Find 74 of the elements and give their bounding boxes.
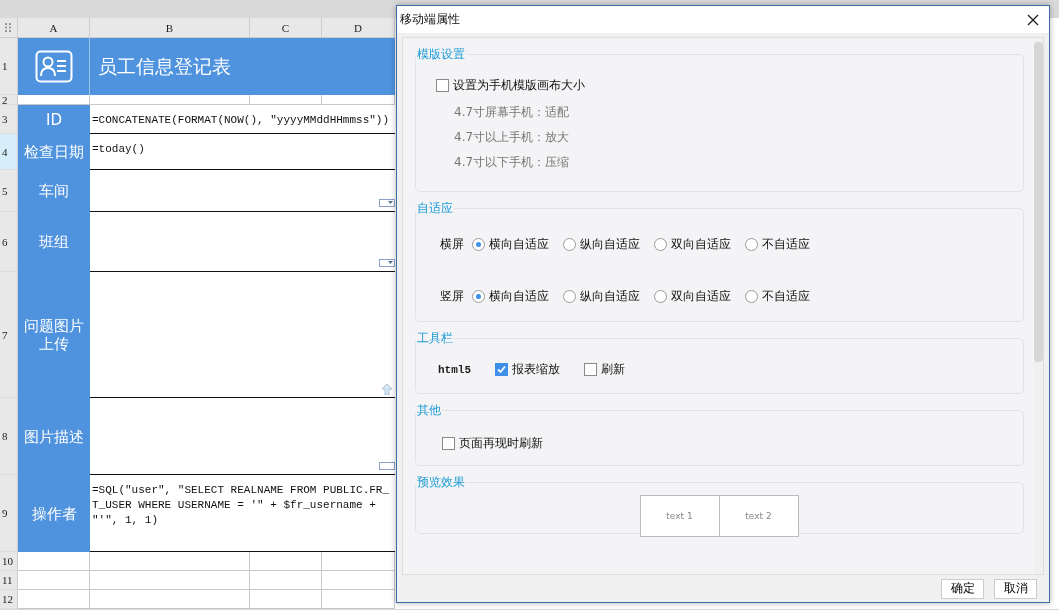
radio-button[interactable] bbox=[654, 289, 667, 303]
dropdown-widget-icon bbox=[379, 199, 395, 207]
field-label: 车间 bbox=[18, 170, 90, 212]
column-header[interactable]: B bbox=[90, 18, 250, 38]
row-header[interactable]: 10 bbox=[0, 552, 18, 571]
radio-option[interactable]: 纵向自适应 bbox=[563, 287, 640, 305]
radio-button[interactable] bbox=[745, 237, 758, 251]
section-legend: 自适应 bbox=[416, 200, 454, 217]
checkbox[interactable] bbox=[436, 79, 449, 92]
radio-button[interactable] bbox=[472, 237, 485, 251]
field-label: 班组 bbox=[18, 212, 90, 272]
row-header[interactable]: 7 bbox=[0, 272, 18, 398]
radio-option[interactable]: 横向自适应 bbox=[472, 287, 549, 305]
column-header[interactable]: A bbox=[18, 18, 90, 38]
form-title: 员工信息登记表 bbox=[90, 38, 395, 95]
radio-button[interactable] bbox=[654, 237, 667, 251]
row-header[interactable]: 4 bbox=[0, 134, 18, 170]
upload-arrow-icon bbox=[381, 383, 393, 395]
radio-button[interactable] bbox=[563, 289, 576, 303]
preview-cell: text 2 bbox=[718, 495, 799, 537]
preview-cell: text 1 bbox=[639, 495, 720, 537]
radio-button[interactable] bbox=[563, 237, 576, 251]
row-header[interactable]: 11 bbox=[0, 571, 18, 590]
field-label: 图片描述 bbox=[18, 398, 90, 475]
row-header[interactable]: 9 bbox=[0, 475, 18, 552]
section-legend: 模版设置 bbox=[416, 46, 466, 63]
row-header[interactable]: 6 bbox=[0, 212, 18, 272]
checkbox[interactable] bbox=[495, 363, 508, 376]
dialog-button[interactable]: 取消 bbox=[994, 578, 1037, 599]
note-text: 4.7寸以上手机：放大 bbox=[454, 129, 571, 146]
column-header[interactable]: C bbox=[250, 18, 322, 38]
field-label: 操作者 bbox=[18, 475, 90, 552]
checkbox-option[interactable]: 页面再现时刷新 bbox=[442, 435, 543, 452]
radio-option[interactable]: 横向自适应 bbox=[472, 235, 549, 253]
formula-text: =today() bbox=[92, 142, 146, 157]
checkbox-option[interactable]: 报表缩放 bbox=[495, 361, 560, 378]
select-all-handle[interactable] bbox=[0, 18, 18, 38]
orientation-label: 竖屏 bbox=[440, 287, 464, 305]
section-legend: 预览效果 bbox=[416, 474, 466, 491]
row-header[interactable]: 3 bbox=[0, 105, 18, 134]
checkbox[interactable] bbox=[584, 363, 597, 376]
row-header[interactable]: 8 bbox=[0, 398, 18, 475]
row-header[interactable]: 5 bbox=[0, 170, 18, 212]
row-header[interactable]: 12 bbox=[0, 590, 18, 609]
radio-option[interactable]: 双向自适应 bbox=[654, 235, 731, 253]
radio-option[interactable]: 不自适应 bbox=[745, 235, 810, 253]
field-label: 问题图片上传 bbox=[18, 272, 90, 398]
radio-option[interactable]: 纵向自适应 bbox=[563, 235, 640, 253]
id-card-icon bbox=[34, 50, 73, 83]
platform-label: html5 bbox=[438, 363, 471, 376]
checkbox-option[interactable]: 刷新 bbox=[584, 361, 625, 378]
checkbox-option[interactable]: 设置为手机模版画布大小 bbox=[436, 77, 585, 94]
field-label: 检查日期 bbox=[18, 134, 90, 170]
dialog-title: 移动端属性 bbox=[400, 11, 460, 28]
note-text: 4.7寸屏幕手机：适配 bbox=[454, 104, 571, 121]
row-header[interactable]: 1 bbox=[0, 38, 18, 95]
section-legend: 其他 bbox=[416, 402, 442, 419]
radio-option[interactable]: 双向自适应 bbox=[654, 287, 731, 305]
orientation-label: 横屏 bbox=[440, 235, 464, 253]
formula-text: =SQL("user", "SELECT REALNAME FROM PUBLIC.FR_T_USER WHERE USERNAME = '" + $fr_username + "'", 1, 1) bbox=[92, 483, 391, 528]
dialog-button[interactable]: 确定 bbox=[941, 578, 984, 599]
radio-button[interactable] bbox=[745, 289, 758, 303]
close-icon[interactable] bbox=[1027, 13, 1039, 26]
field-label: ID bbox=[18, 105, 90, 134]
radio-button[interactable] bbox=[472, 289, 485, 303]
column-header[interactable]: D bbox=[322, 18, 395, 38]
section-legend: 工具栏 bbox=[416, 330, 454, 347]
checkbox[interactable] bbox=[442, 437, 455, 450]
scrollbar-thumb[interactable] bbox=[1034, 42, 1043, 362]
formula-text: =CONCATENATE(FORMAT(NOW(), "yyyyMMddHHmmss")) bbox=[92, 113, 391, 128]
dropdown-widget-icon bbox=[379, 259, 395, 267]
text-area-widget-icon bbox=[379, 462, 395, 470]
radio-option[interactable]: 不自适应 bbox=[745, 287, 810, 305]
note-text: 4.7寸以下手机：压缩 bbox=[454, 154, 571, 171]
